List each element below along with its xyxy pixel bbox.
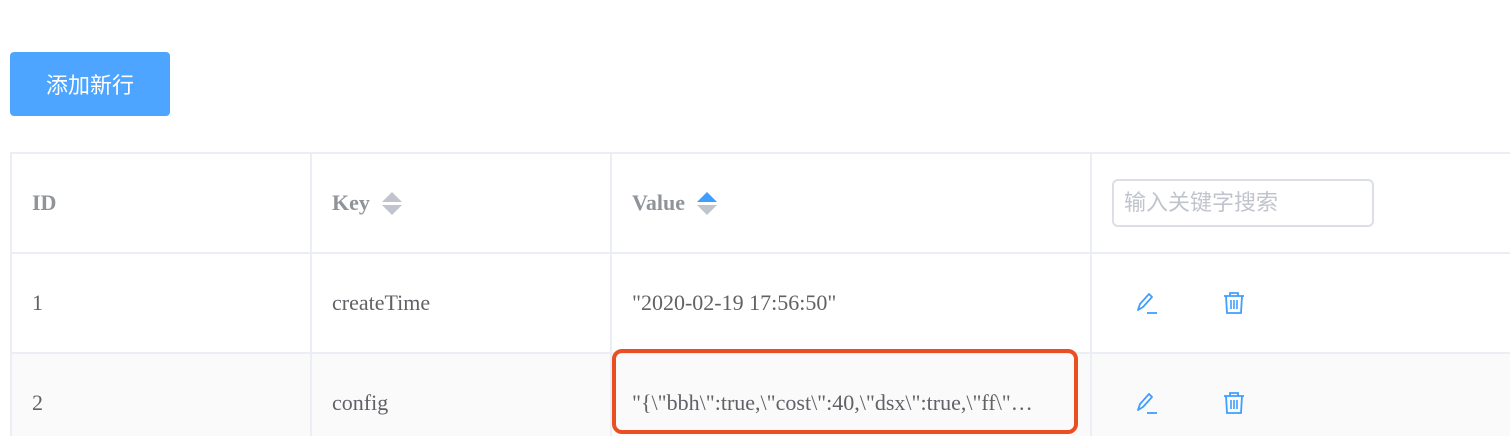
value-sort-caret-icon[interactable] <box>696 191 717 215</box>
sort-descending-icon[interactable] <box>696 204 717 215</box>
id-value: 2 <box>32 390 43 415</box>
table-row: 2 config "{\"bbh\":true,\"cost\":40,\"ds… <box>10 354 1510 436</box>
trash-icon[interactable] <box>1220 389 1248 417</box>
page: 添加新行 ID Key Value 输入关键字搜索 1 createTime "… <box>0 0 1510 436</box>
key-cell: config <box>310 354 610 436</box>
header-value-label: Value <box>632 190 685 215</box>
sort-ascending-icon[interactable] <box>696 191 717 202</box>
search-input[interactable] <box>1112 179 1374 227</box>
key-sort-caret-icon[interactable] <box>381 191 402 215</box>
pencil-icon[interactable] <box>1132 389 1160 417</box>
header-value-cell[interactable]: Value <box>610 154 1090 252</box>
sort-descending-icon[interactable] <box>381 204 402 215</box>
actions-cell <box>1090 354 1510 436</box>
header-id-cell: ID <box>10 154 310 252</box>
key-value: config <box>332 390 389 415</box>
table-header-row: ID Key Value <box>10 154 1510 254</box>
data-table: ID Key Value 1 <box>10 152 1510 436</box>
header-id-label: ID <box>32 190 57 215</box>
value-cell: "{\"bbh\":true,\"cost\":40,\"dsx\":true,… <box>610 354 1090 436</box>
key-cell: createTime <box>310 254 610 352</box>
sort-ascending-icon[interactable] <box>381 191 402 202</box>
table-row: 1 createTime "2020-02-19 17:56:50" <box>10 254 1510 354</box>
value-cell: "2020-02-19 17:56:50" <box>610 254 1090 352</box>
value-text: "2020-02-19 17:56:50" <box>632 290 837 315</box>
id-cell: 1 <box>10 254 310 352</box>
key-value: createTime <box>332 290 431 315</box>
add-new-row-button[interactable]: 添加新行 <box>10 52 170 116</box>
header-key-label: Key <box>332 190 370 215</box>
actions-cell <box>1090 254 1510 352</box>
pencil-icon[interactable] <box>1132 289 1160 317</box>
value-text: "{\"bbh\":true,\"cost\":40,\"dsx\":true,… <box>632 390 1033 415</box>
header-key-cell[interactable]: Key <box>310 154 610 252</box>
id-value: 1 <box>32 290 43 315</box>
id-cell: 2 <box>10 354 310 436</box>
trash-icon[interactable] <box>1220 289 1248 317</box>
header-search-cell <box>1090 154 1510 252</box>
